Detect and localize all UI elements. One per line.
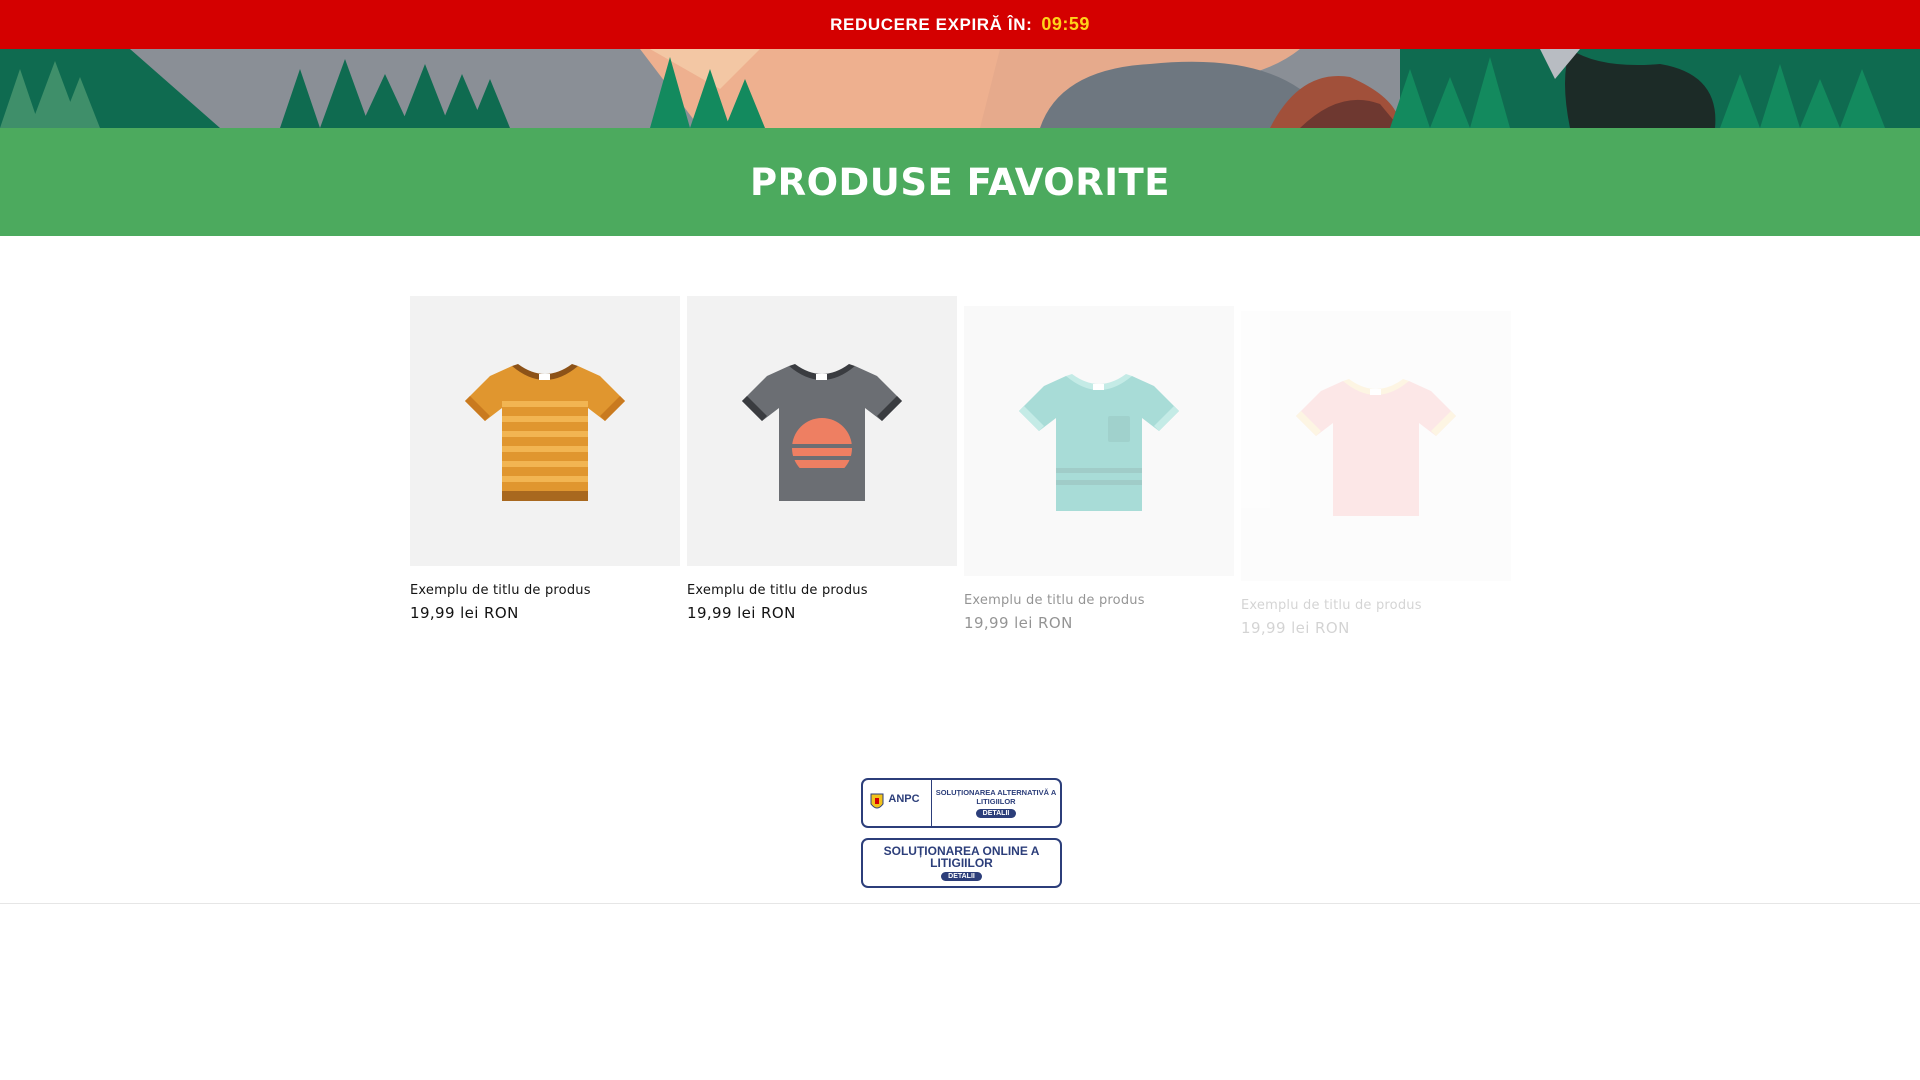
collection-heading: PRODUSE FAVORITE: [750, 160, 1170, 204]
coat-of-arms-icon: [870, 793, 884, 809]
product-price: 19,99 lei RON: [687, 604, 796, 622]
product-card[interactable]: Exemplu de titlu de produs 19,99 lei RON: [687, 296, 957, 622]
product-title[interactable]: Exemplu de titlu de produs: [964, 593, 1234, 608]
anpc-logo: ANPC: [863, 780, 932, 826]
decorative-banner: [0, 49, 1920, 128]
announcement-label: REDUCERE EXPIRĂ ÎN:: [830, 14, 1033, 34]
anpc-logo-text: ANPC: [888, 793, 920, 805]
footer-divider: [0, 903, 1920, 904]
announcement-bar: REDUCERE EXPIRĂ ÎN: 09:59: [0, 0, 1920, 49]
product-card[interactable]: Exemplu de titlu de produs 19,99 lei RON: [410, 296, 680, 622]
anpc-sal-badge[interactable]: ANPC SOLUȚIONAREA ALTERNATIVĂ A LITIGIIL…: [861, 778, 1062, 828]
sol-badge[interactable]: SOLUȚIONAREA ONLINE A LITIGIILOR DETALII: [861, 838, 1062, 888]
product-price: 19,99 lei RON: [410, 604, 519, 622]
tshirt-grey-sunset-icon: [742, 364, 902, 501]
sol-badge-text: SOLUȚIONAREA ONLINE A LITIGIILOR: [883, 844, 1040, 870]
countdown-timer: 09:59: [1041, 14, 1090, 34]
product-title[interactable]: Exemplu de titlu de produs: [687, 583, 957, 598]
product-price: 19,99 lei RON: [1241, 619, 1350, 637]
anpc-badge-text: SOLUȚIONAREA ALTERNATIVĂ A LITIGIILOR: [935, 788, 1057, 806]
product-image[interactable]: [1241, 311, 1511, 581]
product-title[interactable]: Exemplu de titlu de produs: [1241, 598, 1511, 613]
product-title[interactable]: Exemplu de titlu de produs: [410, 583, 680, 598]
product-card[interactable]: Exemplu de titlu de produs 19,99 lei RON: [964, 306, 1234, 632]
product-image[interactable]: [410, 296, 680, 566]
sol-details-button[interactable]: DETALII: [941, 872, 982, 881]
collection-heading-bar: PRODUSE FAVORITE: [0, 128, 1920, 236]
product-price: 19,99 lei RON: [964, 614, 1073, 632]
product-image[interactable]: [687, 296, 957, 566]
product-image[interactable]: [964, 306, 1234, 576]
product-card[interactable]: Exemplu de titlu de produs 19,99 lei RON: [1241, 311, 1511, 637]
anpc-details-button[interactable]: DETALII: [975, 809, 1017, 818]
tshirt-orange-striped-icon: [465, 364, 625, 501]
tshirt-teal-pocket-icon: [1019, 374, 1179, 511]
tshirt-pink-icon: [1296, 379, 1456, 516]
